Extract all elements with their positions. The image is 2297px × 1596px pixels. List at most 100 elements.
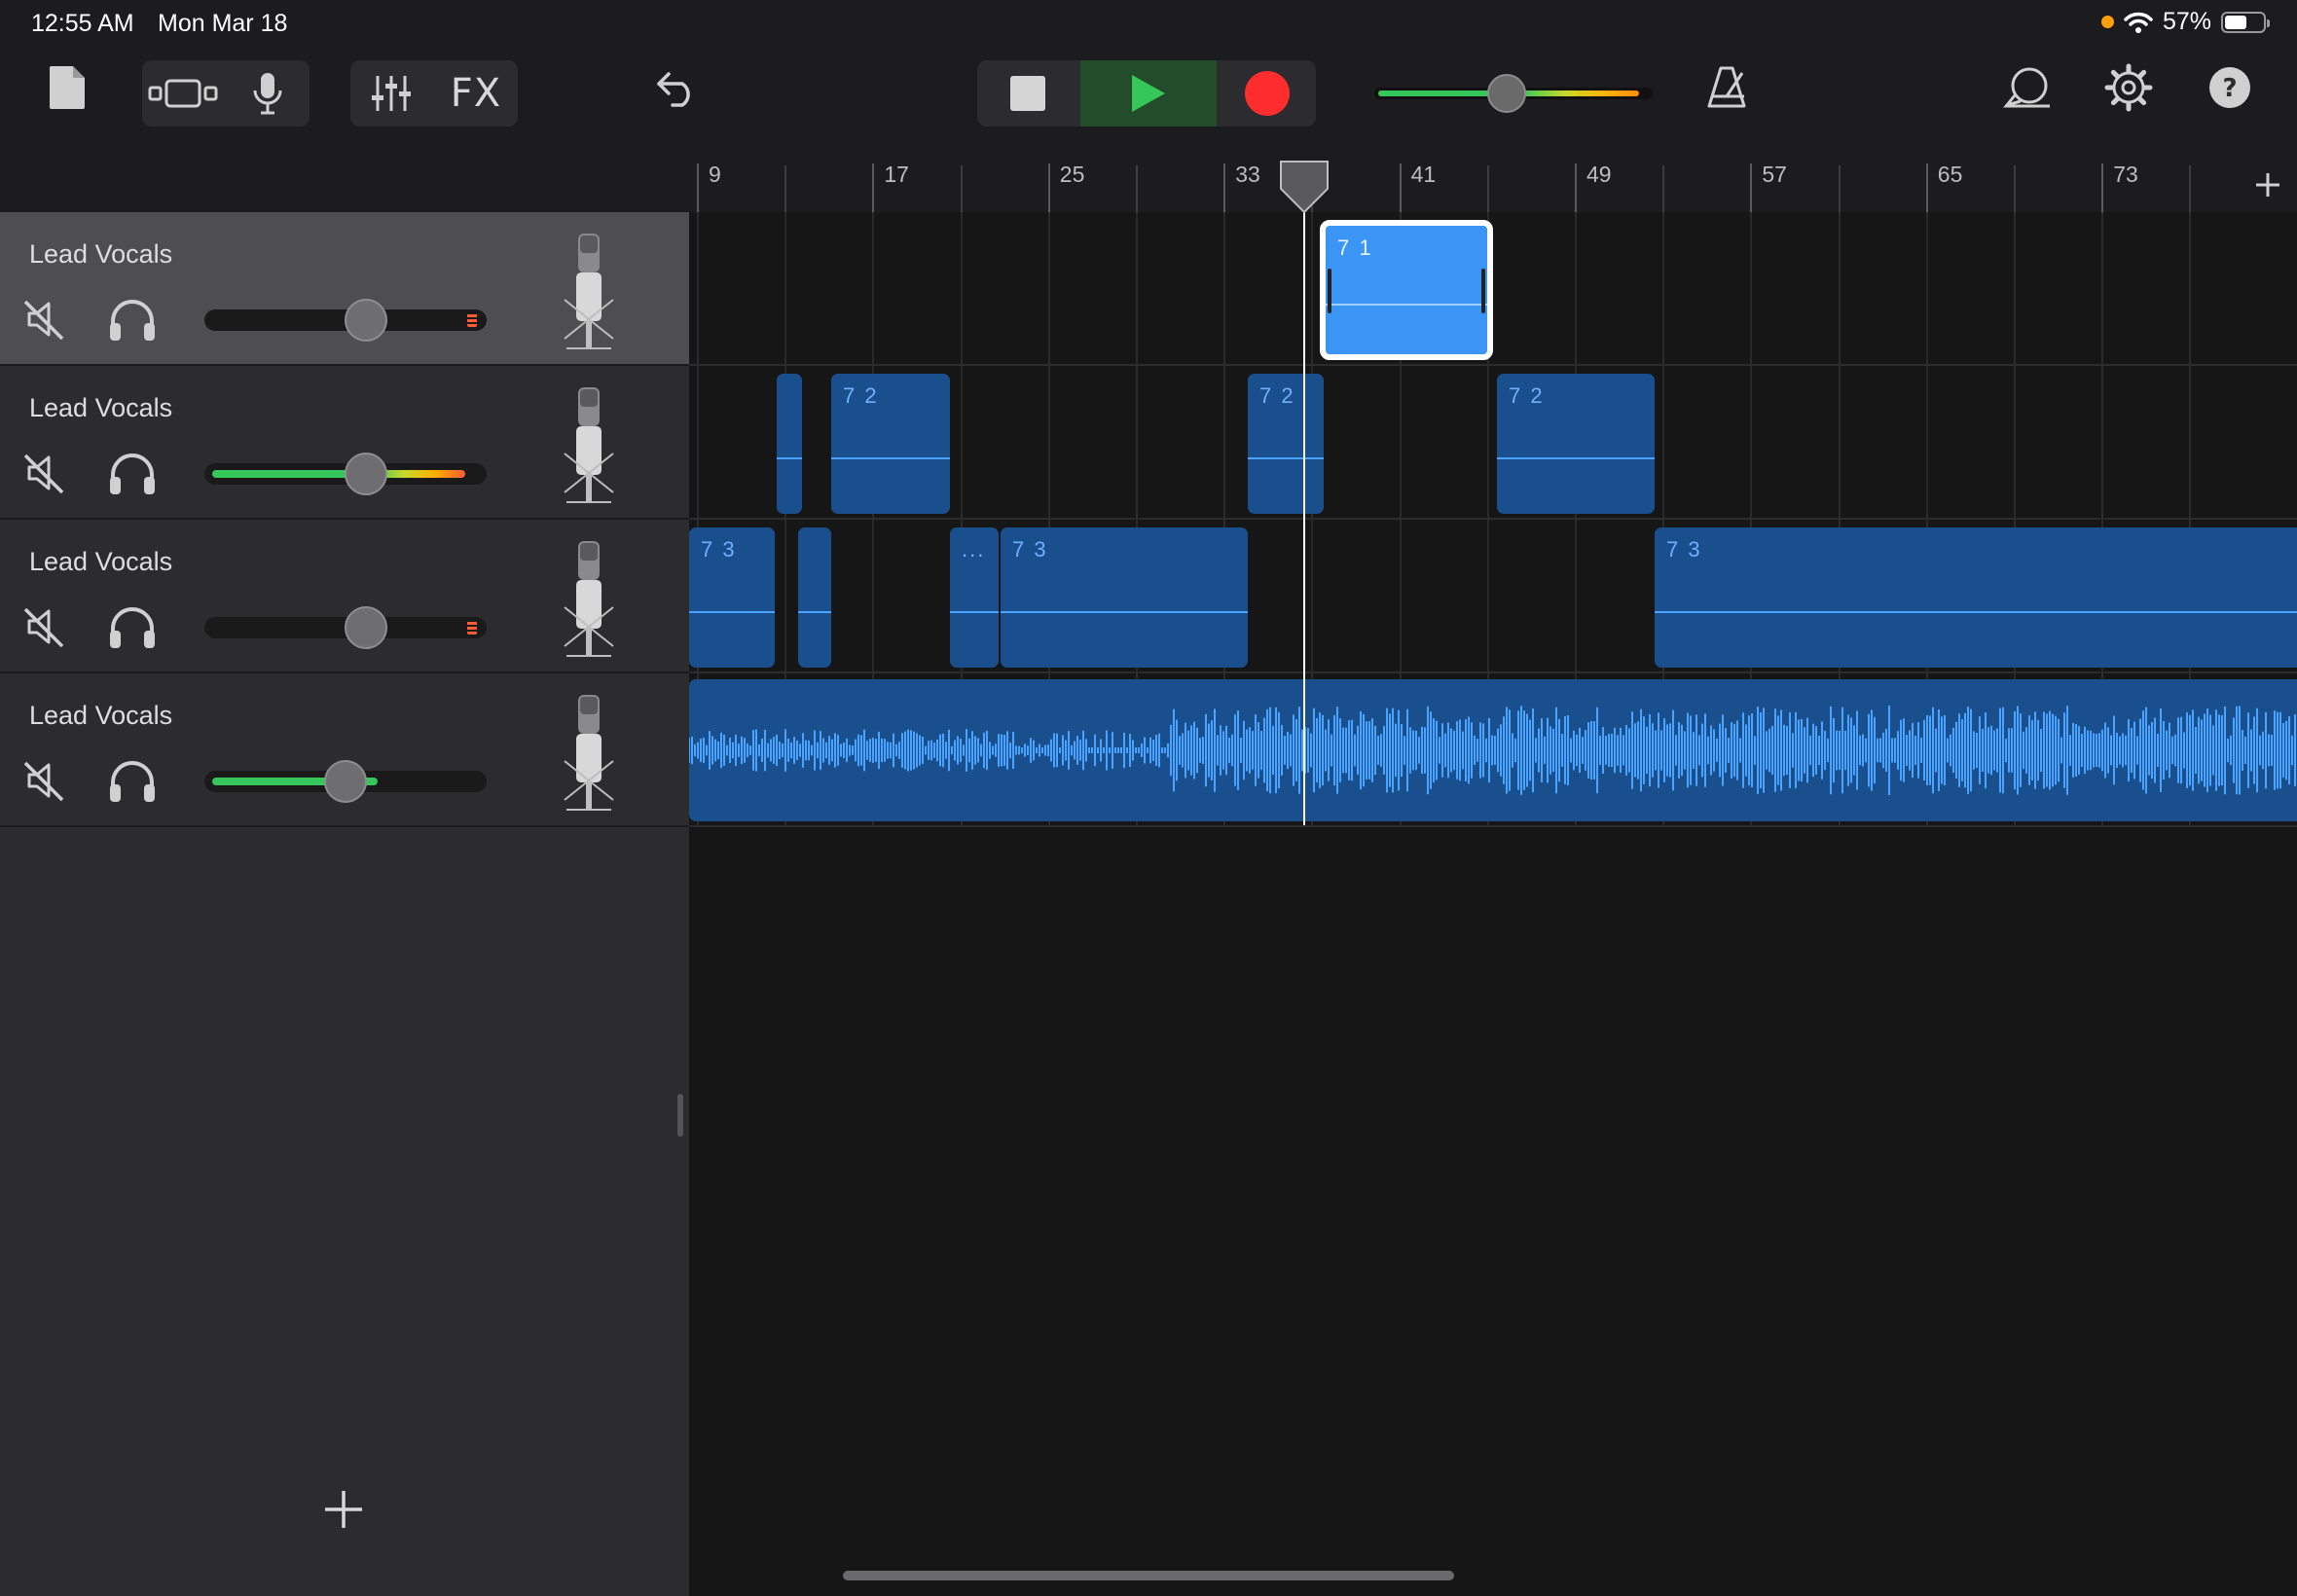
fx-button[interactable]: FX (434, 60, 518, 127)
region-label: 7 3 (701, 537, 737, 562)
ruler-bar-label: 33 (1235, 162, 1260, 187)
solo-headphones-icon[interactable] (107, 296, 158, 343)
fx-label: FX (450, 71, 502, 116)
tracks-timeline[interactable]: 7 1 7 2 7 2 7 2 7 3... 7 3 7 3 (689, 212, 2297, 1596)
ruler-bar-label: 57 (1762, 162, 1787, 187)
record-icon (1245, 71, 1290, 116)
horizontal-scroll-indicator[interactable] (843, 1571, 1454, 1580)
settings-button[interactable] (2100, 54, 2157, 121)
mute-speaker-icon[interactable] (21, 757, 68, 804)
status-date: Mon Mar 18 (158, 10, 288, 37)
tracks-view-button[interactable] (142, 60, 224, 127)
ruler-bar-label: 9 (709, 162, 721, 187)
ruler-tick (1662, 165, 1665, 212)
audio-region[interactable]: 7 3 (1001, 527, 1248, 668)
ruler-tick (1136, 165, 1138, 212)
track-header[interactable]: Lead Vocals (0, 520, 689, 673)
audio-region[interactable] (689, 679, 2297, 821)
track-header[interactable]: Lead Vocals (0, 366, 689, 520)
loop-browser-button[interactable] (1999, 54, 2056, 121)
ruler-bar-label: 73 (2113, 162, 2138, 187)
track-name[interactable]: Lead Vocals (29, 239, 172, 270)
timeline-ruler[interactable]: 9 17 25 33 41 49 57 65 73 (689, 156, 2297, 212)
track-volume-knob[interactable] (323, 760, 367, 803)
status-bar: 12:55 AM Mon Mar 18 57% (0, 0, 2297, 49)
track-volume-knob[interactable] (344, 299, 387, 342)
region-label: 7 3 (1012, 537, 1048, 562)
microphone-instrument-icon[interactable] (563, 232, 615, 352)
track-header[interactable]: Lead Vocals (0, 212, 689, 366)
audio-region[interactable]: 7 3 (1655, 527, 2297, 668)
audio-region[interactable]: 7 2 (1497, 374, 1655, 514)
playhead-line (1303, 200, 1305, 825)
settings-gear-icon (2104, 63, 2153, 112)
playhead-handle[interactable] (1277, 160, 1331, 214)
audio-waveform (831, 457, 950, 459)
audio-waveform (1326, 304, 1487, 306)
undo-button[interactable] (646, 54, 709, 121)
audio-region[interactable]: 7 2 (1248, 374, 1324, 514)
mute-speaker-icon[interactable] (21, 450, 68, 496)
my-songs-button[interactable] (39, 54, 95, 121)
ruler-tick (697, 163, 699, 212)
track-name[interactable]: Lead Vocals (29, 393, 172, 423)
region-trim-handle-right[interactable] (1481, 269, 1485, 313)
microphone-instrument-icon[interactable] (563, 385, 615, 506)
track-volume-knob[interactable] (344, 606, 387, 649)
play-icon (1132, 75, 1165, 112)
track-volume-slider[interactable] (204, 606, 487, 649)
mute-speaker-icon[interactable] (21, 603, 68, 650)
audio-waveform (1655, 611, 2297, 613)
microphone-instrument-icon[interactable] (563, 693, 615, 814)
solo-headphones-icon[interactable] (107, 450, 158, 496)
solo-headphones-icon[interactable] (107, 603, 158, 650)
region-trim-handle-left[interactable] (1328, 269, 1331, 313)
stop-button[interactable] (977, 60, 1078, 127)
ruler-tick (2014, 165, 2016, 212)
track-name[interactable]: Lead Vocals (29, 547, 172, 577)
audio-waveform (950, 611, 999, 613)
mute-speaker-icon[interactable] (21, 296, 68, 343)
metronome-button[interactable] (1697, 54, 1756, 121)
audio-region[interactable]: ... (950, 527, 999, 668)
audio-waveform (798, 611, 831, 613)
ruler-tick (960, 165, 963, 212)
track-volume-slider[interactable] (204, 299, 487, 342)
view-controls-group (142, 60, 310, 127)
battery-icon (2221, 11, 2270, 33)
play-button[interactable] (1080, 60, 1217, 127)
add-track-icon[interactable] (321, 1487, 366, 1532)
ruler-tick (2189, 165, 2192, 212)
help-button[interactable]: ? (2204, 54, 2256, 121)
track-volume-slider[interactable] (204, 760, 487, 803)
lane-separator (689, 518, 2297, 520)
privacy-indicator-dot (2100, 16, 2114, 28)
audio-region[interactable] (777, 374, 802, 514)
audio-recorder-button[interactable] (226, 60, 310, 127)
ruler-tick (1399, 163, 1402, 212)
track-volume-slider[interactable] (204, 453, 487, 495)
region-label: ... (962, 537, 986, 562)
lane-separator (689, 825, 2297, 827)
record-button[interactable] (1219, 60, 1316, 127)
ruler-tick (1223, 163, 1226, 212)
mixer-button[interactable] (350, 60, 432, 127)
master-volume-knob[interactable] (1486, 74, 1526, 113)
selected-audio-region[interactable]: 7 1 (1320, 220, 1493, 360)
svg-text:?: ? (2222, 74, 2237, 103)
solo-headphones-icon[interactable] (107, 757, 158, 804)
add-section-icon[interactable] (2248, 165, 2287, 204)
peak-indicator (467, 621, 477, 635)
audio-region[interactable]: 7 2 (831, 374, 950, 514)
microphone-instrument-icon[interactable] (563, 539, 615, 660)
audio-waveform (777, 457, 802, 459)
track-header[interactable]: Lead Vocals (0, 673, 689, 827)
audio-waveform (689, 706, 2297, 795)
track-name[interactable]: Lead Vocals (29, 701, 172, 731)
master-volume-slider[interactable] (1374, 74, 1653, 113)
audio-region[interactable] (798, 527, 831, 668)
undo-icon (657, 72, 690, 107)
sidebar-resize-handle[interactable] (677, 1094, 683, 1137)
track-volume-knob[interactable] (344, 453, 387, 495)
audio-region[interactable]: 7 3 (689, 527, 775, 668)
